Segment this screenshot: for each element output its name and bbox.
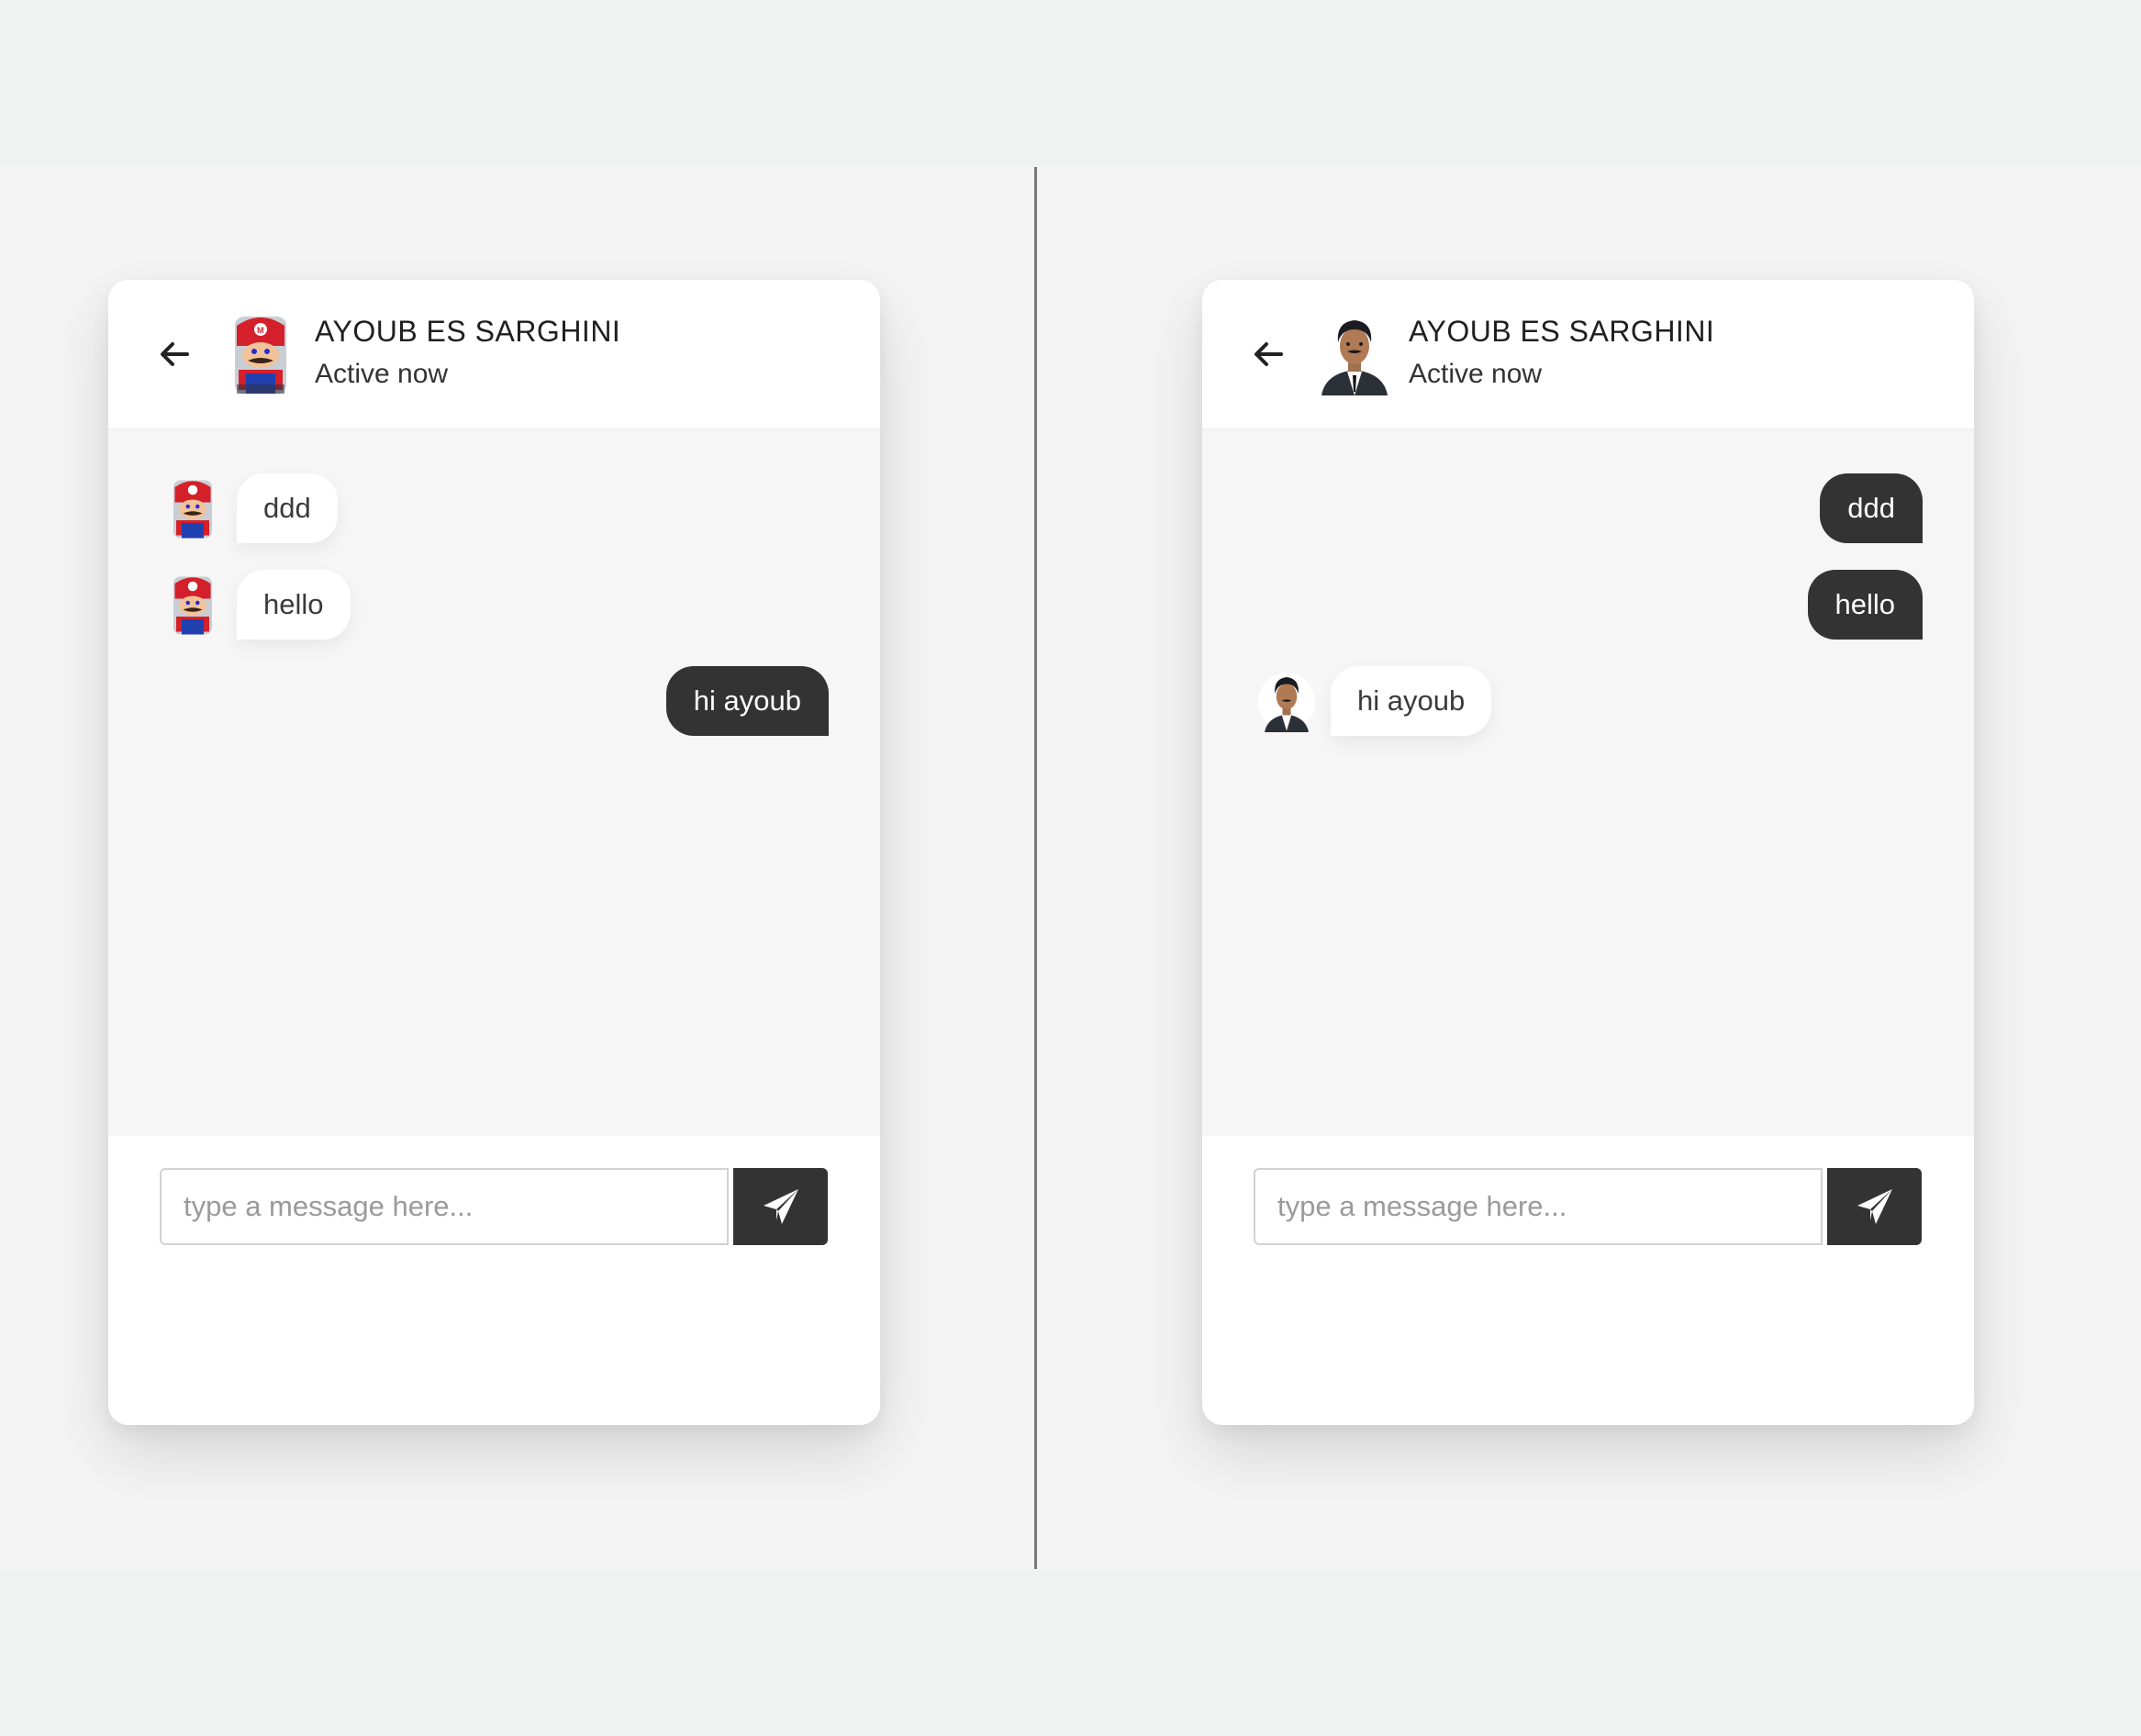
message-incoming: ddd	[108, 473, 880, 543]
message-bubble: hello	[237, 570, 351, 640]
mario-avatar	[173, 576, 212, 635]
contact-status: Active now	[1409, 359, 1543, 389]
message-input[interactable]	[160, 1168, 729, 1245]
contact-name: AYOUB ES SARGHINI	[315, 315, 621, 348]
mario-avatar: M	[235, 317, 286, 394]
message-outgoing: hi ayoub	[108, 666, 880, 736]
message-composer	[108, 1136, 880, 1425]
back-button[interactable]	[152, 331, 198, 377]
message-list: ddd hello hi ayoub	[108, 429, 880, 1136]
back-button[interactable]	[1246, 331, 1292, 377]
paper-plane-icon	[764, 1189, 798, 1224]
man-in-suit-avatar	[1257, 673, 1316, 732]
contact-name: AYOUB ES SARGHINI	[1409, 315, 1715, 348]
mario-avatar	[173, 480, 212, 539]
message-outgoing: hello	[1202, 570, 1974, 640]
message-bubble: ddd	[237, 473, 338, 543]
message-bubble: hi ayoub	[1331, 666, 1492, 736]
arrow-left-icon	[161, 342, 189, 366]
send-button[interactable]	[1827, 1168, 1922, 1245]
paper-plane-icon	[1857, 1189, 1892, 1224]
message-list: ddd hello hi ayoub	[1202, 429, 1974, 1136]
chat-header: AYOUB ES SARGHINI Active now	[1202, 280, 1974, 429]
chat-header: M AYOUB ES SARGHINI Active now	[108, 280, 880, 429]
contact-status: Active now	[315, 359, 449, 389]
svg-text:M: M	[257, 326, 264, 335]
message-input[interactable]	[1254, 1168, 1823, 1245]
arrow-left-icon	[1254, 342, 1283, 366]
chat-window-right: AYOUB ES SARGHINI Active now ddd hello h…	[1202, 280, 1974, 1425]
chat-window-left: M AYOUB ES SARGHINI Active now ddd hello…	[108, 280, 880, 1425]
message-composer	[1202, 1136, 1974, 1425]
message-bubble: hello	[1807, 570, 1923, 640]
message-bubble: hi ayoub	[665, 666, 829, 736]
message-outgoing: ddd	[1202, 473, 1974, 543]
stage: M AYOUB ES SARGHINI Active now ddd hello…	[0, 167, 2141, 1569]
man-in-suit-avatar	[1321, 320, 1388, 395]
send-button[interactable]	[733, 1168, 828, 1245]
message-bubble: ddd	[1820, 473, 1923, 543]
message-incoming: hi ayoub	[1202, 666, 1974, 736]
message-incoming: hello	[108, 570, 880, 640]
panel-divider	[1034, 167, 1037, 1569]
